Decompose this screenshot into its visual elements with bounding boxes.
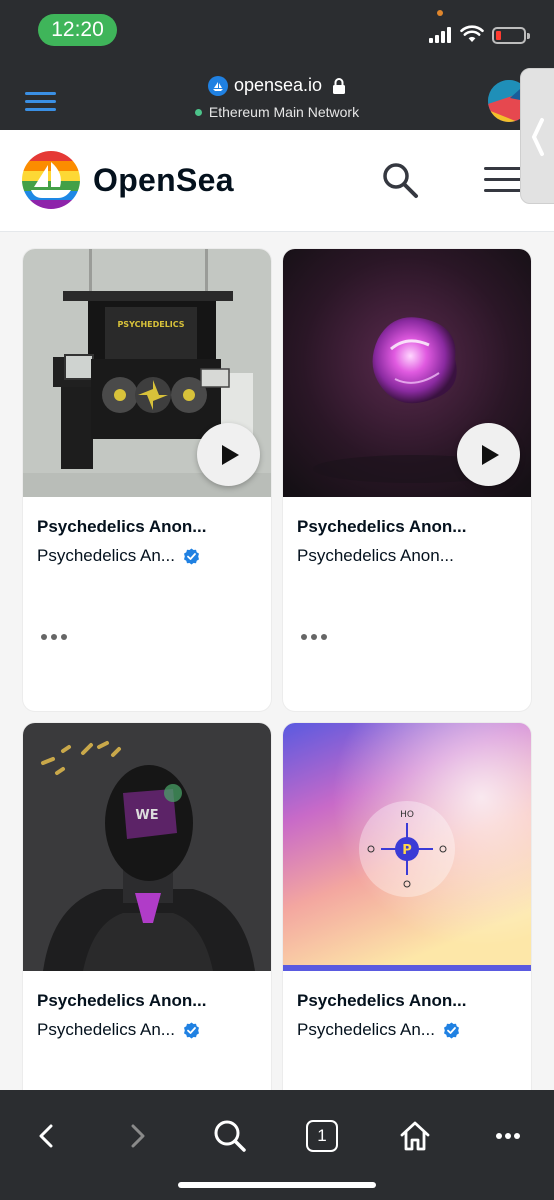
- verified-badge-icon: [183, 1022, 199, 1038]
- play-button[interactable]: [197, 423, 260, 486]
- more-icon: [496, 1133, 520, 1139]
- forward-icon: [131, 1124, 145, 1148]
- more-options-icon[interactable]: [41, 634, 67, 640]
- url-text: opensea.io: [233, 75, 323, 95]
- nft-card[interactable]: WE Psychedelics Anon... Psychedelics An.…: [23, 723, 271, 1090]
- psychedelics-machine-image[interactable]: PSYCHEDELICS: [23, 249, 271, 497]
- nft-title[interactable]: Psychedelics Anon...: [37, 991, 206, 1011]
- tabs-button[interactable]: 1: [300, 1114, 344, 1158]
- verified-badge-icon: [183, 548, 199, 564]
- forward-button[interactable]: [116, 1114, 160, 1158]
- collection-label: Psychedelics An...: [37, 1020, 175, 1039]
- tabs-icon: 1: [306, 1120, 338, 1152]
- signal-icon: [429, 27, 455, 43]
- collection-label: Psychedelics An...: [37, 546, 175, 565]
- nft-title[interactable]: Psychedelics Anon...: [297, 517, 466, 537]
- lock-icon: [333, 77, 346, 94]
- collection-name[interactable]: Psychedelics An...: [37, 1020, 200, 1040]
- collection-name[interactable]: Psychedelics An...: [37, 546, 200, 566]
- more-options-icon[interactable]: [301, 634, 327, 640]
- nft-card[interactable]: PSYCHEDELICS Psychedelics Anon... Psyche…: [23, 249, 271, 711]
- purple-orb-image[interactable]: [283, 249, 531, 497]
- svg-text:PSYCHEDELICS: PSYCHEDELICS: [117, 320, 184, 329]
- collection-name[interactable]: Psychedelics Anon...: [297, 546, 454, 566]
- compass-center-label: P: [402, 843, 412, 858]
- verified-badge-icon: [443, 1022, 459, 1038]
- nft-card[interactable]: Psychedelics Anon... Psychedelics Anon..…: [283, 249, 531, 711]
- network-indicator: Ethereum Main Network: [0, 104, 554, 120]
- wifi-icon: [460, 25, 484, 42]
- home-icon: [400, 1121, 430, 1151]
- nft-card[interactable]: P HO Psychedelics Anon... Psychedelics A…: [283, 723, 531, 1090]
- masked-figure-image[interactable]: WE: [23, 723, 271, 971]
- back-icon: [39, 1124, 53, 1148]
- opensea-logo-icon[interactable]: [22, 151, 80, 209]
- back-button[interactable]: [24, 1114, 68, 1158]
- nft-title[interactable]: Psychedelics Anon...: [37, 517, 206, 537]
- home-indicator[interactable]: [178, 1182, 376, 1188]
- compass-top-label: HO: [400, 810, 414, 820]
- privacy-indicator-dot: [437, 10, 443, 16]
- battery-low-icon: [492, 27, 530, 44]
- play-icon: [482, 445, 499, 465]
- search-icon[interactable]: [380, 160, 420, 200]
- gradient-compass-image[interactable]: P HO: [283, 723, 531, 971]
- search-icon: [214, 1120, 246, 1152]
- brand-name[interactable]: OpenSea: [93, 162, 234, 199]
- status-time: 12:20: [38, 14, 117, 46]
- play-button[interactable]: [457, 423, 520, 486]
- home-button[interactable]: [393, 1114, 437, 1158]
- browser-address-bar: opensea.io Ethereum Main Network: [0, 62, 554, 130]
- collection-label: Psychedelics Anon...: [297, 546, 454, 565]
- side-panel-handle[interactable]: [520, 68, 554, 204]
- more-button[interactable]: [486, 1114, 530, 1158]
- network-name: Ethereum Main Network: [208, 104, 360, 120]
- status-bar: 12:20: [0, 0, 554, 62]
- play-icon: [222, 445, 239, 465]
- menu-icon[interactable]: [484, 167, 524, 193]
- chevron-left-icon: [531, 118, 544, 156]
- url-display[interactable]: opensea.io: [0, 75, 554, 99]
- nft-grid: PSYCHEDELICS Psychedelics Anon... Psyche…: [0, 233, 554, 1090]
- collection-name[interactable]: Psychedelics An...: [297, 1020, 460, 1040]
- nft-title[interactable]: Psychedelics Anon...: [297, 991, 466, 1011]
- search-button[interactable]: [208, 1114, 252, 1158]
- network-status-dot: [194, 108, 202, 116]
- site-header: OpenSea: [0, 130, 554, 232]
- site-icon: [207, 75, 228, 96]
- svg-text:WE: WE: [135, 808, 158, 823]
- collection-label: Psychedelics An...: [297, 1020, 435, 1039]
